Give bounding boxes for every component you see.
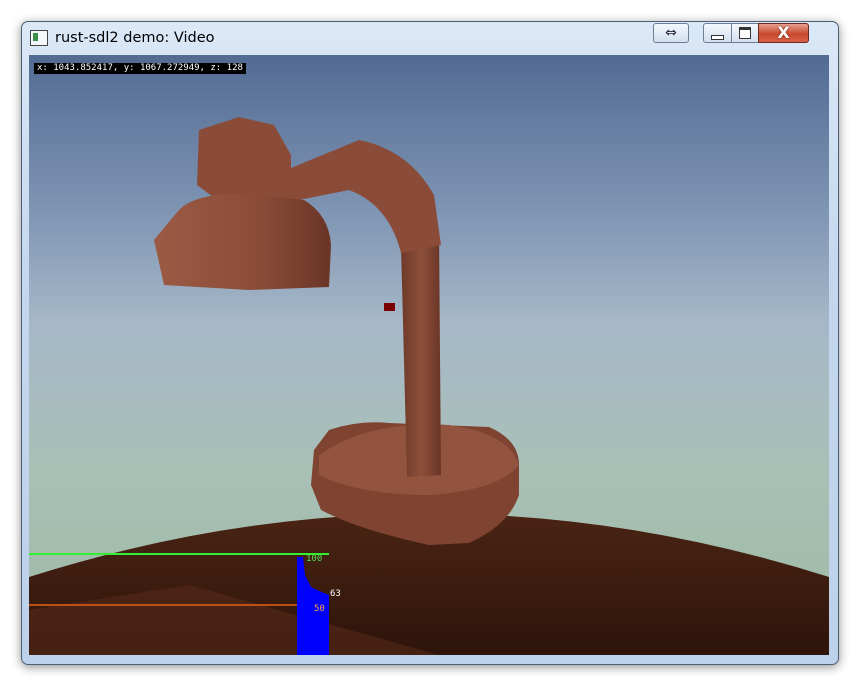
title-bar[interactable]: rust-sdl2 demo: Video ⇔ X	[22, 22, 838, 55]
lamp-cap	[197, 117, 291, 205]
scene-canvas	[29, 117, 829, 655]
maximize-icon	[739, 27, 751, 39]
double-arrow-icon: ⇔	[665, 25, 677, 41]
close-icon: X	[777, 23, 790, 42]
render-viewport[interactable]: x: 1043.852417, y: 1067.272949, z: 128 1…	[29, 55, 829, 655]
app-window: rust-sdl2 demo: Video ⇔ X x: 1043.852417…	[21, 21, 839, 665]
app-icon[interactable]	[30, 30, 48, 46]
lamp-shade	[154, 194, 331, 290]
lamp-arm-vertical	[401, 230, 441, 477]
window-title: rust-sdl2 demo: Video	[55, 30, 215, 46]
minimize-button[interactable]	[703, 23, 732, 43]
minimize-icon	[711, 34, 724, 40]
close-button[interactable]: X	[758, 23, 809, 43]
graph-label-mid: 50	[314, 604, 325, 614]
graph-label-max: 100	[306, 554, 323, 564]
maximize-button[interactable]	[731, 23, 759, 43]
graph-label-current: 63	[330, 589, 341, 599]
coords-readout: x: 1043.852417, y: 1067.272949, z: 128	[34, 63, 246, 74]
snap-button[interactable]: ⇔	[653, 23, 689, 43]
lamp-switch	[384, 303, 395, 311]
